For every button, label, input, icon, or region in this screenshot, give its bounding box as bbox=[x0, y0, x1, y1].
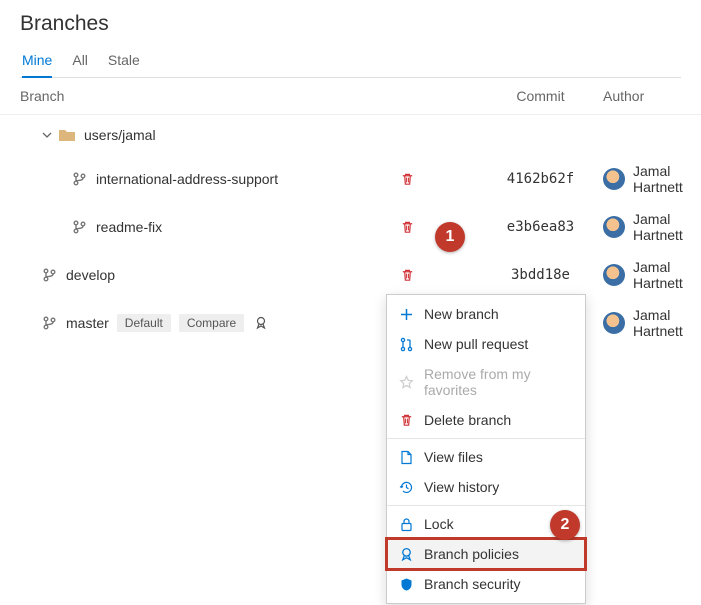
page-title: Branches bbox=[20, 12, 681, 36]
branch-name: develop bbox=[66, 267, 115, 283]
policy-icon bbox=[254, 316, 268, 330]
menu-branch-policies[interactable]: Branch policies bbox=[387, 539, 585, 569]
folder-icon bbox=[58, 128, 76, 142]
history-icon bbox=[399, 480, 414, 495]
table-header: Branch Commit Author bbox=[0, 78, 701, 115]
file-icon bbox=[399, 450, 414, 465]
commit-hash[interactable]: 3bdd18e bbox=[488, 267, 593, 283]
menu-divider bbox=[387, 505, 585, 506]
col-commit[interactable]: Commit bbox=[488, 88, 593, 104]
default-badge: Default bbox=[117, 314, 171, 332]
menu-branch-security[interactable]: Branch security bbox=[387, 569, 585, 599]
delete-icon[interactable] bbox=[400, 268, 415, 283]
folder-name: users/jamal bbox=[84, 127, 156, 143]
branch-icon bbox=[72, 172, 86, 186]
callout-1: 1 bbox=[435, 222, 465, 252]
avatar bbox=[603, 264, 625, 286]
star-outline-icon bbox=[399, 375, 414, 390]
commit-hash[interactable]: e3b6ea83 bbox=[488, 219, 593, 235]
callout-2: 2 bbox=[550, 510, 580, 540]
delete-icon[interactable] bbox=[400, 220, 415, 235]
menu-new-pull-request[interactable]: New pull request bbox=[387, 329, 585, 359]
branch-name: international-address-support bbox=[96, 171, 278, 187]
lock-icon bbox=[399, 517, 414, 532]
author-name: Jamal Hartnett bbox=[633, 163, 683, 195]
menu-label: New branch bbox=[424, 306, 499, 322]
menu-remove-favorite: Remove from my favorites bbox=[387, 359, 585, 405]
menu-label: New pull request bbox=[424, 336, 528, 352]
folder-row[interactable]: users/jamal bbox=[0, 115, 701, 155]
branch-name: readme-fix bbox=[96, 219, 162, 235]
tab-mine[interactable]: Mine bbox=[22, 46, 52, 78]
avatar bbox=[603, 216, 625, 238]
pull-request-icon bbox=[399, 337, 414, 352]
trash-icon bbox=[399, 413, 414, 428]
branch-icon bbox=[42, 316, 56, 330]
menu-label: Remove from my favorites bbox=[424, 366, 573, 398]
branch-name: master bbox=[66, 315, 109, 331]
commit-hash[interactable]: 4162b62f bbox=[488, 171, 593, 187]
menu-label: Branch policies bbox=[424, 546, 519, 562]
tab-stale[interactable]: Stale bbox=[108, 46, 140, 78]
col-branch[interactable]: Branch bbox=[20, 88, 400, 104]
compare-badge: Compare bbox=[179, 314, 244, 332]
avatar bbox=[603, 168, 625, 190]
table-row[interactable]: master Default Compare 4162b62f Jamal Ha… bbox=[0, 299, 701, 347]
menu-label: Branch security bbox=[424, 576, 520, 592]
table-row[interactable]: international-address-support 4162b62f J… bbox=[0, 155, 701, 203]
policy-icon bbox=[399, 547, 414, 562]
menu-delete-branch[interactable]: Delete branch bbox=[387, 405, 585, 435]
table-row[interactable]: develop 3bdd18e Jamal Hartnett bbox=[0, 251, 701, 299]
branch-context-menu: New branch New pull request Remove from … bbox=[386, 294, 586, 604]
branch-icon bbox=[72, 220, 86, 234]
author-name: Jamal Hartnett bbox=[633, 211, 683, 243]
author-name: Jamal Hartnett bbox=[633, 259, 683, 291]
menu-new-branch[interactable]: New branch bbox=[387, 299, 585, 329]
tab-all[interactable]: All bbox=[72, 46, 88, 78]
col-author[interactable]: Author bbox=[593, 88, 681, 104]
shield-icon bbox=[399, 577, 414, 592]
branch-icon bbox=[42, 268, 56, 282]
menu-label: Delete branch bbox=[424, 412, 511, 428]
menu-view-files[interactable]: View files bbox=[387, 442, 585, 472]
tabs: Mine All Stale bbox=[20, 46, 681, 78]
menu-label: View history bbox=[424, 479, 499, 495]
avatar bbox=[603, 312, 625, 334]
delete-icon[interactable] bbox=[400, 172, 415, 187]
menu-divider bbox=[387, 438, 585, 439]
chevron-down-icon bbox=[42, 130, 52, 140]
menu-label: Lock bbox=[424, 516, 454, 532]
menu-view-history[interactable]: View history bbox=[387, 472, 585, 502]
plus-icon bbox=[399, 307, 414, 322]
table-row[interactable]: readme-fix e3b6ea83 Jamal Hartnett bbox=[0, 203, 701, 251]
author-name: Jamal Hartnett bbox=[633, 307, 683, 339]
menu-label: View files bbox=[424, 449, 483, 465]
